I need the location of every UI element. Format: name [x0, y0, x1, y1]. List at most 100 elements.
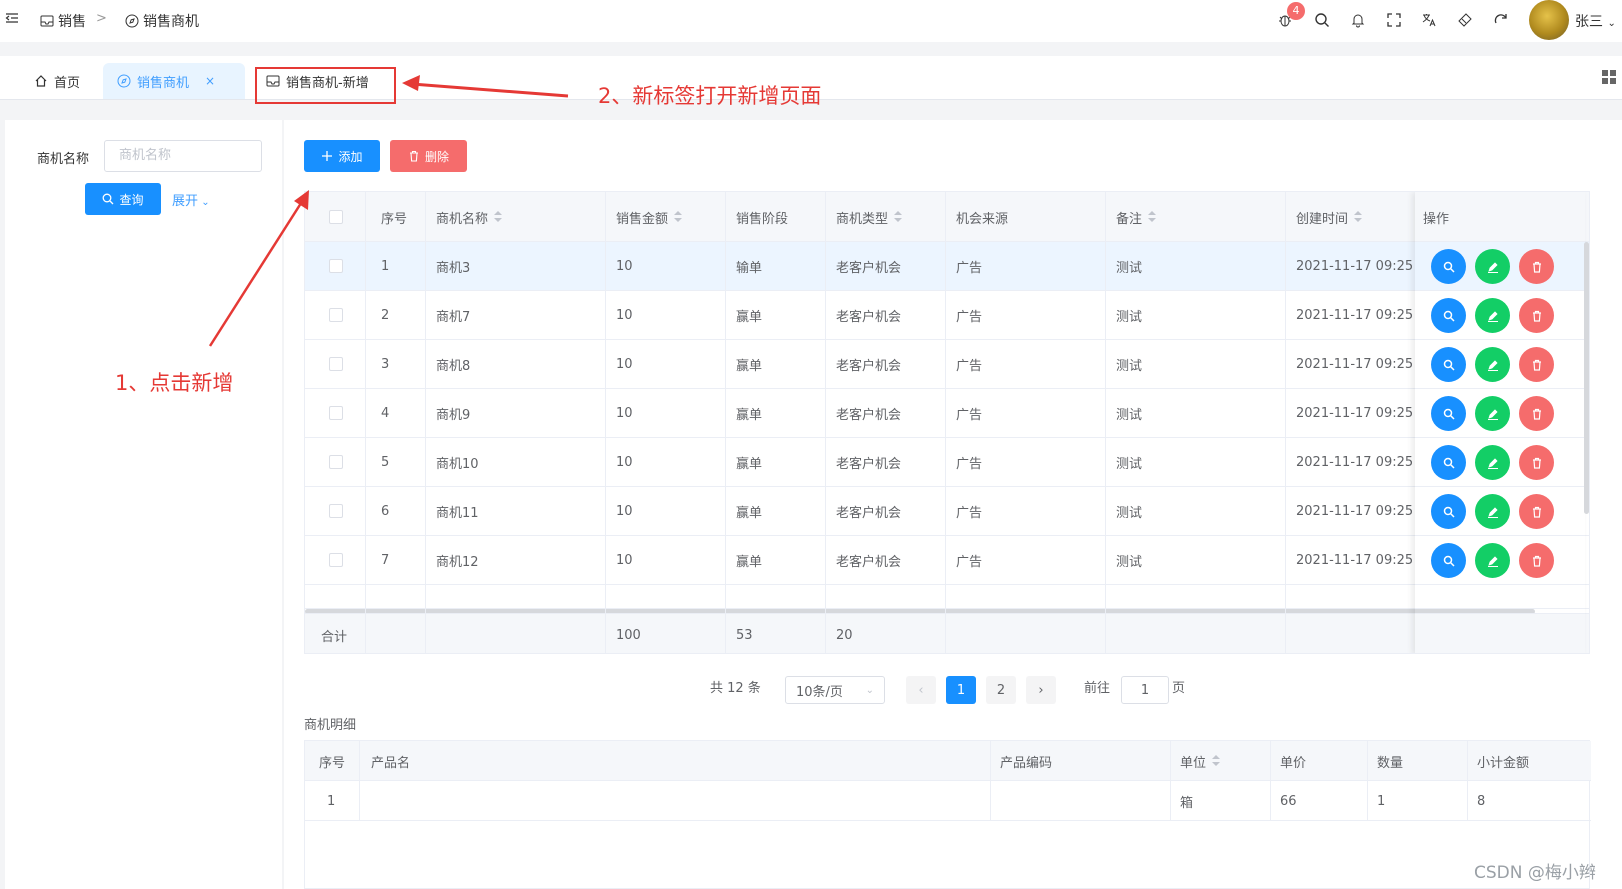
detail-col-product: 产品名	[371, 755, 411, 771]
breadcrumb-sales-opportunity: 销售商机	[125, 11, 199, 31]
col-amount[interactable]: 销售金额	[616, 192, 683, 242]
cell-name: 商机11	[436, 506, 479, 521]
cell-created: 2021-11-17 09:25:4	[1296, 308, 1414, 323]
search-icon[interactable]	[1314, 12, 1330, 28]
next-page-button[interactable]: ›	[1026, 676, 1056, 704]
name-filter-input[interactable]: 商机名称	[104, 140, 262, 172]
row-checkbox[interactable]	[329, 308, 343, 322]
cell-created: 2021-11-17 09:25:4	[1296, 553, 1414, 568]
cell-name: 商机10	[436, 457, 479, 472]
goto-page-input[interactable]: 1	[1121, 676, 1169, 704]
cell-type: 老客户机会	[836, 457, 902, 472]
cell-stage: 赢单	[736, 359, 763, 374]
prev-page-button[interactable]: ‹	[906, 676, 936, 704]
user-menu[interactable]: 张三 ⌄	[1575, 11, 1616, 31]
cell-source: 广告	[956, 457, 983, 472]
table-row[interactable]: 1 商机3 10 输单 老客户机会 广告 测试 2021-11-17 09:25:2	[305, 242, 1589, 291]
cell-amount: 10	[616, 259, 633, 274]
row-checkbox[interactable]	[329, 504, 343, 518]
summary-type: 20	[836, 627, 853, 643]
select-all-checkbox[interactable]	[329, 210, 343, 224]
cell-remark: 测试	[1116, 408, 1143, 423]
detail-table-row: 1 箱 66 1 8	[305, 781, 1591, 821]
breadcrumb-sales[interactable]: 销售	[40, 11, 86, 31]
chevron-left-icon: ‹	[918, 682, 924, 698]
cell-name: 商机12	[436, 555, 479, 570]
add-button[interactable]: 添加	[304, 140, 380, 172]
table-row[interactable]: 6 商机11 10 赢单 老客户机会 广告 测试 2021-11-17 09:25:4	[305, 487, 1589, 536]
avatar[interactable]	[1529, 0, 1569, 40]
annotation-step1: 1、点击新增	[115, 371, 234, 395]
tab-home[interactable]: 首页	[20, 63, 94, 99]
row-checkbox[interactable]	[329, 406, 343, 420]
sort-icon[interactable]	[1354, 211, 1363, 223]
vertical-scrollbar[interactable]	[1584, 242, 1589, 514]
col-stage: 销售阶段	[736, 211, 789, 227]
tab-sales-opportunity[interactable]: 销售商机 ×	[103, 63, 245, 99]
cell-type: 老客户机会	[836, 555, 902, 570]
row-checkbox[interactable]	[329, 455, 343, 469]
cell-remark: 测试	[1116, 261, 1143, 276]
summary-amount: 100	[616, 627, 641, 643]
page-1[interactable]: 1	[946, 676, 976, 704]
cell-index: 1	[381, 259, 390, 274]
table-row[interactable]: 4 商机9 10 赢单 老客户机会 广告 测试 2021-11-17 09:25:4	[305, 389, 1589, 438]
sort-icon[interactable]	[1148, 211, 1157, 223]
expand-link[interactable]: 展开 ⌄	[172, 190, 210, 209]
search-button[interactable]: 查询	[85, 183, 161, 215]
fixed-actions-column	[1415, 192, 1585, 653]
goto-label: 前往	[1084, 681, 1111, 696]
page-2[interactable]: 2	[986, 676, 1016, 704]
cell-remark: 测试	[1116, 506, 1143, 521]
detail-table-header: 序号 产品名 产品编码 单位 单价 数量 小计金额	[305, 741, 1591, 781]
cell-index: 6	[381, 504, 390, 519]
cell-amount: 10	[616, 553, 633, 568]
cell-name: 商机9	[436, 408, 471, 423]
table-row[interactable]: 7 商机12 10 赢单 老客户机会 广告 测试 2021-11-17 09:25:4	[305, 536, 1589, 585]
col-type[interactable]: 商机类型	[836, 192, 903, 242]
cell-remark: 测试	[1116, 310, 1143, 325]
close-icon[interactable]: ×	[205, 74, 215, 88]
cell-index: 5	[381, 455, 390, 470]
cell-amount: 10	[616, 504, 633, 519]
row-checkbox[interactable]	[329, 553, 343, 567]
page-size-select[interactable]: 10条/页 ⌄	[785, 676, 885, 704]
detail-col-unit[interactable]: 单位	[1180, 741, 1221, 781]
delete-button[interactable]: 删除	[390, 140, 467, 172]
row-checkbox[interactable]	[329, 357, 343, 371]
cell-stage: 赢单	[736, 555, 763, 570]
row-checkbox[interactable]	[329, 259, 343, 273]
grid-menu-icon[interactable]	[1602, 70, 1616, 84]
col-remark[interactable]: 备注	[1116, 192, 1157, 242]
sort-icon[interactable]	[1212, 755, 1221, 767]
cell-stage: 赢单	[736, 457, 763, 472]
sort-icon[interactable]	[494, 211, 503, 223]
cell-source: 广告	[956, 555, 983, 570]
language-icon[interactable]	[1421, 12, 1437, 28]
theme-icon[interactable]	[1457, 12, 1473, 28]
detail-table: 序号 产品名 产品编码 单位 单价 数量 小计金额 1 箱 66 1 8	[304, 740, 1591, 889]
cell-amount: 10	[616, 455, 633, 470]
detail-col-code: 产品编码	[1000, 755, 1053, 771]
sort-icon[interactable]	[894, 211, 903, 223]
pagination-total: 共 12 条	[710, 681, 761, 696]
fullscreen-icon[interactable]	[1386, 12, 1402, 28]
table-row[interactable]: 3 商机8 10 赢单 老客户机会 广告 测试 2021-11-17 09:25:4	[305, 340, 1589, 389]
cell-source: 广告	[956, 261, 983, 276]
sort-icon[interactable]	[674, 211, 683, 223]
summary-row: 合计 100 53 20	[305, 613, 1589, 653]
col-created[interactable]: 创建时间	[1296, 192, 1363, 242]
table-row[interactable]: 2 商机7 10 赢单 老客户机会 广告 测试 2021-11-17 09:25:4	[305, 291, 1589, 340]
bell-icon[interactable]	[1350, 12, 1366, 28]
detail-title: 商机明细	[304, 718, 357, 733]
sidebar-toggle-icon[interactable]	[5, 11, 19, 25]
notification-badge: 4	[1287, 2, 1305, 20]
cell-source: 广告	[956, 359, 983, 374]
cell-stage: 赢单	[736, 310, 763, 325]
refresh-icon[interactable]	[1493, 12, 1509, 28]
cell-amount: 10	[616, 357, 633, 372]
table-row[interactable]: 5 商机10 10 赢单 老客户机会 广告 测试 2021-11-17 09:25:4	[305, 438, 1589, 487]
cell-index: 3	[381, 357, 390, 372]
chevron-down-icon: ⌄	[865, 684, 874, 696]
col-name[interactable]: 商机名称	[436, 192, 503, 242]
